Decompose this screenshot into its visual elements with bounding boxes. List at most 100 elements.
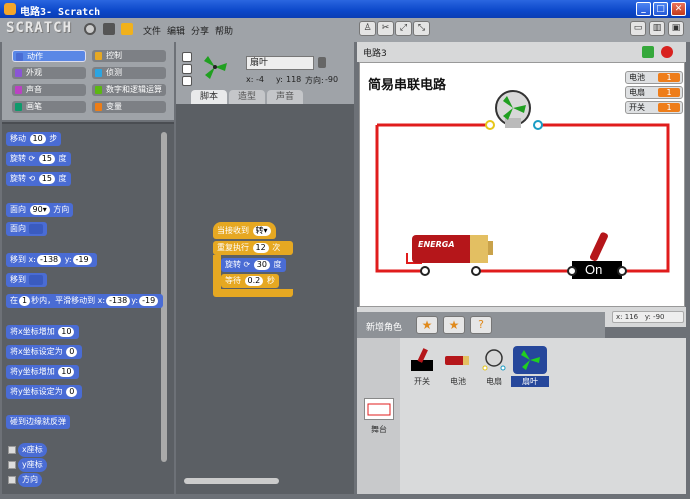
globe-icon[interactable] <box>84 23 96 35</box>
project-title: 电路3 <box>363 49 387 59</box>
sprite-switch[interactable]: 开关 <box>403 346 441 387</box>
lock-icon[interactable] <box>318 57 326 68</box>
category-label: 侦测 <box>106 68 122 77</box>
block-goto[interactable]: 移到 <box>6 273 47 287</box>
switch-label: On <box>585 262 603 277</box>
wire-top-right <box>539 123 670 273</box>
block-change-y[interactable]: 将y坐标增加 10 <box>6 365 80 379</box>
category-swatch <box>95 86 102 94</box>
category-3[interactable]: 侦测 <box>92 67 166 79</box>
fan-terminal-right <box>533 120 543 130</box>
random-sprite-icon[interactable]: ? <box>470 316 492 334</box>
menu-file[interactable]: 文件 <box>143 24 161 37</box>
category-7[interactable]: 变量 <box>92 101 166 113</box>
small-stage-icon[interactable]: ▭ <box>630 21 646 36</box>
category-label: 控制 <box>106 51 122 60</box>
monitor-battery: 电池 1 <box>625 71 683 84</box>
green-flag-icon[interactable] <box>642 46 654 58</box>
scissors-tool-icon[interactable]: ✂ <box>377 21 394 36</box>
flip-style-icon[interactable] <box>182 64 192 74</box>
block-point-direction[interactable]: 面向 90▾ 方向 <box>6 203 74 217</box>
category-label: 动作 <box>27 52 43 61</box>
sprite-direction-value: -90 <box>325 75 339 84</box>
category-5[interactable]: 数字和逻辑运算 <box>92 84 166 96</box>
tab-sounds[interactable]: 声音 <box>267 90 303 104</box>
category-4[interactable]: 声音 <box>12 84 86 96</box>
dropdown[interactable] <box>28 223 43 234</box>
stop-icon[interactable] <box>661 46 673 58</box>
block-set-y[interactable]: 将y坐标设定为 0 <box>6 385 83 399</box>
fan-blade-thumbnail-icon <box>204 56 227 79</box>
when-i-receive-block[interactable]: 当接收到 转▾ <box>213 222 276 239</box>
close-button[interactable]: ✕ <box>671 2 686 16</box>
tab-scripts[interactable]: 脚本 <box>191 90 227 104</box>
block-turn-left[interactable]: 旋转 ⟲ 15 度 <box>6 172 71 186</box>
normal-stage-icon[interactable]: ▥ <box>649 21 665 36</box>
stage-header <box>357 42 686 62</box>
stamp-tool-icon[interactable]: ♙ <box>359 21 376 36</box>
stage[interactable]: 简易串联电路 ENERGA On 电池 1 电扇 1 开关 1 <box>359 62 685 307</box>
menu-help[interactable]: 帮助 <box>215 24 233 37</box>
category-6[interactable]: 画笔 <box>12 101 86 113</box>
block-turn-right[interactable]: 旋转 ⟳ 15 度 <box>6 152 71 166</box>
menu-edit[interactable]: 编辑 <box>167 24 185 37</box>
category-swatch <box>16 53 23 61</box>
choose-sprite-file-icon[interactable]: ★ <box>443 316 465 334</box>
xpos-checkbox[interactable] <box>8 446 16 454</box>
save-icon[interactable] <box>103 23 115 35</box>
block-direction[interactable]: 方向 <box>18 473 42 487</box>
scripts-scrollbar[interactable] <box>184 478 279 484</box>
sprite-battery[interactable]: 电池 <box>439 346 477 387</box>
category-label: 声音 <box>26 85 42 94</box>
tab-costumes[interactable]: 造型 <box>229 90 265 104</box>
block-set-x[interactable]: 将x坐标设定为 0 <box>6 345 83 359</box>
category-0[interactable]: 动作 <box>12 50 86 62</box>
circuit-drawing <box>375 90 670 279</box>
sprite-x-label: x: <box>246 75 254 84</box>
category-swatch <box>95 69 102 77</box>
sprite-x-value: -4 <box>256 75 264 84</box>
repeat-block-arm <box>213 255 221 291</box>
block-bounce[interactable]: 碰到边缘就反弹 <box>6 415 70 429</box>
block-change-x[interactable]: 将x坐标增加 10 <box>6 325 80 339</box>
monitor-fan: 电扇 1 <box>625 86 683 99</box>
no-rotate-icon[interactable] <box>182 76 192 86</box>
sprite-name-field[interactable]: 扇叶 <box>246 56 314 70</box>
rotate-style-icon[interactable] <box>182 52 192 62</box>
category-swatch <box>95 103 102 111</box>
direction-checkbox[interactable] <box>8 476 16 484</box>
minimize-button[interactable]: _ <box>636 2 651 16</box>
category-label: 画笔 <box>26 102 42 111</box>
sprite-direction-label: 方向: <box>305 76 324 85</box>
ypos-checkbox[interactable] <box>8 461 16 469</box>
dropdown[interactable] <box>28 274 43 285</box>
block-move[interactable]: 移动 10 步 <box>6 132 62 146</box>
repeat-block[interactable]: 重复执行 12 次 <box>213 241 293 255</box>
menu-share[interactable]: 分享 <box>191 24 209 37</box>
block-x-position[interactable]: x座标 <box>18 443 47 457</box>
block-glide[interactable]: 在 1 秒内，平滑移动到 x: -138 y: -19 <box>6 294 164 308</box>
sprite-y-value: 118 <box>286 75 302 84</box>
category-2[interactable]: 外观 <box>12 67 86 79</box>
presentation-mode-icon[interactable]: ▣ <box>668 21 684 36</box>
share-icon[interactable] <box>121 23 133 35</box>
block-point-towards[interactable]: 面向 <box>6 222 47 236</box>
repeat-block-end <box>213 289 293 297</box>
sprite-fan[interactable]: 电扇 <box>475 346 513 387</box>
maximize-button[interactable]: □ <box>653 2 668 16</box>
wait-block[interactable]: 等待 0.2 秒 <box>221 274 279 288</box>
stage-thumbnail[interactable] <box>364 398 394 420</box>
menu-bar: SCRATCH 文件 编辑 分享 帮助 ♙ ✂ ⤢ ⤡ ▭ ▥ ▣ <box>0 18 690 42</box>
category-swatch <box>95 52 102 60</box>
sprite-fan-blade[interactable]: 扇叶 <box>511 346 549 387</box>
shrink-tool-icon[interactable]: ⤡ <box>413 21 430 36</box>
block-y-position[interactable]: y座标 <box>18 458 47 472</box>
scripts-area[interactable] <box>176 104 354 494</box>
new-sprite-label: 新增角色 <box>366 323 403 333</box>
grow-tool-icon[interactable]: ⤢ <box>395 21 412 36</box>
category-1[interactable]: 控制 <box>92 50 166 62</box>
paint-new-sprite-icon[interactable]: ★ <box>416 316 438 334</box>
turn-block[interactable]: 旋转 ⟳ 30 度 <box>221 258 286 272</box>
block-goto-xy[interactable]: 移到 x: -138 y: -19 <box>6 253 97 267</box>
category-swatch <box>15 103 22 111</box>
